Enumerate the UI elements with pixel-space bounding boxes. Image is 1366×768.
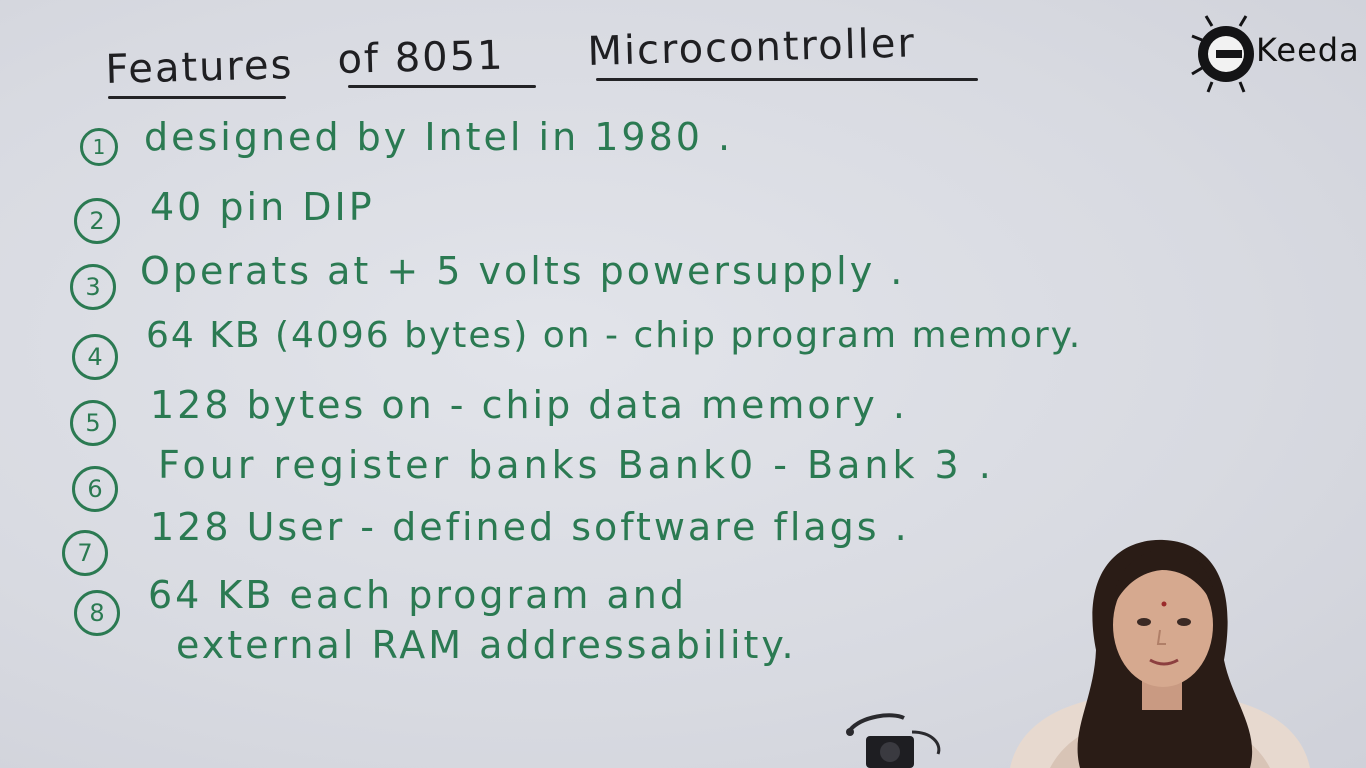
feature-line-8b: external RAM addressability. xyxy=(176,623,797,667)
title-underline-3 xyxy=(596,78,978,81)
number-circle-8: 8 xyxy=(74,590,120,636)
feature-line-3: Operats at + 5 volts powersupply . xyxy=(140,249,906,293)
number-circle-6: 6 xyxy=(72,466,118,512)
number-circle-7: 7 xyxy=(62,530,108,576)
title-features: Features xyxy=(104,42,295,93)
feature-line-7: 128 User - defined software flags . xyxy=(150,505,910,549)
presenter-image xyxy=(1010,539,1310,768)
feature-line-4: 64 KB (4096 bytes) on - chip program mem… xyxy=(146,315,1083,356)
title-microcontroller: Microcontroller xyxy=(586,20,917,75)
number-circle-3: 3 xyxy=(70,264,116,310)
feature-line-1: designed by Intel in 1980 . xyxy=(144,115,734,159)
ekeeda-logo-text: Keeda xyxy=(1256,31,1360,69)
title-underline-1 xyxy=(108,96,286,99)
title-of-8051: of 8051 xyxy=(336,32,506,83)
feature-line-5: 128 bytes on - chip data memory . xyxy=(150,383,908,427)
number-circle-2: 2 xyxy=(74,198,120,244)
title-underline-2 xyxy=(348,85,536,88)
microphone-icon xyxy=(846,713,941,768)
ekeeda-logo: Keeda xyxy=(1190,12,1360,94)
number-circle-5: 5 xyxy=(70,400,116,446)
feature-line-2: 40 pin DIP xyxy=(150,185,375,229)
feature-line-6: Four register banks Bank0 - Bank 3 . xyxy=(158,443,995,487)
feature-line-8a: 64 KB each program and xyxy=(148,573,687,617)
number-circle-4: 4 xyxy=(72,334,118,380)
number-circle-1: 1 xyxy=(80,128,118,166)
